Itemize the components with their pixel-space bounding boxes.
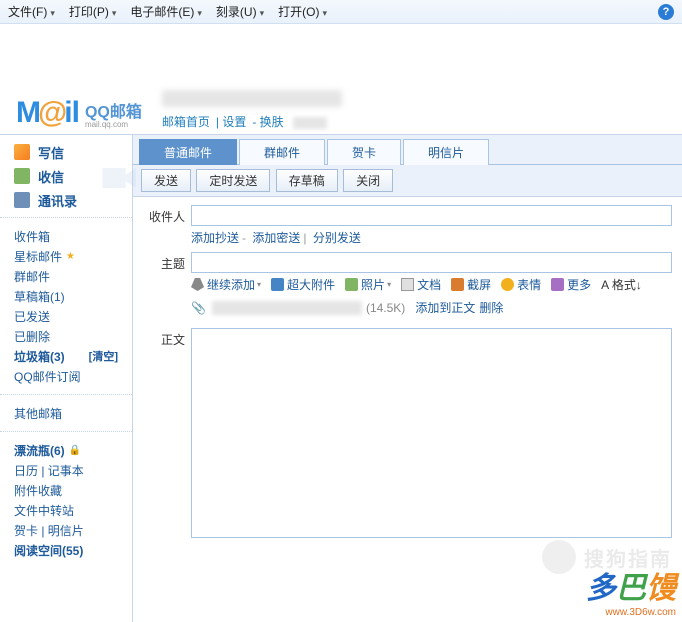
body-editor[interactable] xyxy=(191,328,672,538)
insert-doc[interactable]: 文档 xyxy=(401,276,441,293)
attachment-size: (14.5K) xyxy=(366,301,405,315)
account-email-redacted xyxy=(162,90,342,107)
save-draft-button[interactable]: 存草稿 xyxy=(276,169,338,192)
doc-icon xyxy=(401,278,414,291)
emoji-icon xyxy=(501,278,514,291)
tab-group-mail[interactable]: 群邮件 xyxy=(239,139,325,165)
camera-watermark-icon xyxy=(98,158,140,198)
compose-tabs: 普通邮件 群邮件 贺卡 明信片 xyxy=(133,135,682,165)
to-input[interactable] xyxy=(191,205,672,226)
attachment-name-redacted xyxy=(212,301,362,315)
link-mail-home[interactable]: 邮箱首页 xyxy=(162,115,210,129)
menu-burn[interactable]: 刻录(U)▾ xyxy=(216,3,264,20)
compose-icon xyxy=(14,144,30,160)
body-label: 正文 xyxy=(143,328,185,348)
upload-icon xyxy=(271,278,284,291)
header-links: 邮箱首页| 设置- 换肤 xyxy=(162,113,342,130)
more-tools[interactable]: 更多 xyxy=(551,276,591,293)
to-label: 收件人 xyxy=(143,205,185,225)
lock-icon: 🔒 xyxy=(69,445,81,456)
header-extra-redacted xyxy=(293,117,327,129)
file-transfer[interactable]: 文件中转站 xyxy=(14,500,118,520)
attachment-add-to-body[interactable]: 添加到正文 xyxy=(415,299,475,316)
tab-normal-mail[interactable]: 普通邮件 xyxy=(139,139,237,165)
menu-email[interactable]: 电子邮件(E)▾ xyxy=(130,3,202,20)
tab-postcard[interactable]: 明信片 xyxy=(403,139,489,165)
contacts-icon xyxy=(14,192,30,208)
attachment-delete[interactable]: 删除 xyxy=(479,299,503,316)
tab-card[interactable]: 贺卡 xyxy=(327,139,401,165)
screenshot[interactable]: 截屏 xyxy=(451,276,491,293)
logo-mark: M@il xyxy=(16,96,79,130)
other-list: 漂流瓶(6)🔒 日历 | 记事本 附件收藏 文件中转站 贺卡 | 明信片 阅读空… xyxy=(0,438,132,562)
menu-print[interactable]: 打印(P)▾ xyxy=(69,3,117,20)
add-cc-link[interactable]: 添加抄送 xyxy=(191,231,239,245)
sogou-logo-icon xyxy=(542,540,576,574)
close-button[interactable]: 关闭 xyxy=(343,169,393,192)
inbox-icon xyxy=(14,168,30,184)
folder-inbox[interactable]: 收件箱 xyxy=(14,226,118,246)
app-menu-bar: 文件(F)▾ 打印(P)▾ 电子邮件(E)▾ 刻录(U)▾ 打开(O)▾ ? xyxy=(0,0,682,24)
folder-deleted[interactable]: 已删除 xyxy=(14,326,118,346)
folder-sent[interactable]: 已发送 xyxy=(14,306,118,326)
clip-icon xyxy=(191,278,204,291)
subject-input[interactable] xyxy=(191,252,672,273)
action-bar: 发送 定时发送 存草稿 关闭 xyxy=(133,165,682,197)
photo-icon xyxy=(345,278,358,291)
logo-product: QQ邮箱 xyxy=(85,98,142,122)
subject-label: 主题 xyxy=(143,252,185,272)
compose-form: 收件人 添加抄送- 添加密送| 分别发送 主题 继续添加▾ 超大附件 xyxy=(133,197,682,552)
attachment-row: 📎 (14.5K) 添加到正文 删除 xyxy=(191,296,672,322)
link-settings[interactable]: 设置 xyxy=(222,115,246,129)
separate-send-link[interactable]: 分别发送 xyxy=(313,231,361,245)
mail-header: M@il QQ邮箱 mail.qq.com 邮箱首页| 设置- 换肤 xyxy=(0,76,682,134)
cards-postcards[interactable]: 贺卡 | 明信片 xyxy=(14,520,118,540)
folder-drafts[interactable]: 草稿箱(1) xyxy=(14,286,118,306)
folder-list: 收件箱 星标邮件 群邮件 草稿箱(1) 已发送 已删除 垃圾箱(3)[清空] Q… xyxy=(0,224,132,388)
logo-domain: mail.qq.com xyxy=(85,120,142,129)
account-area: 邮箱首页| 设置- 换肤 xyxy=(162,90,342,130)
editor-toolbar: 继续添加▾ 超大附件 照片▾ 文档 截屏 表情 更多 A 格式↓ xyxy=(191,273,672,296)
attach-continue[interactable]: 继续添加▾ xyxy=(191,276,261,293)
folder-spam[interactable]: 垃圾箱(3)[清空] xyxy=(14,346,118,366)
menu-open[interactable]: 打开(O)▾ xyxy=(278,3,327,20)
send-button[interactable]: 发送 xyxy=(141,169,191,192)
link-skin[interactable]: 换肤 xyxy=(260,115,284,129)
folder-group[interactable]: 群邮件 xyxy=(14,266,118,286)
format-toggle[interactable]: A 格式↓ xyxy=(601,276,642,293)
cc-links: 添加抄送- 添加密送| 分别发送 xyxy=(191,229,672,246)
menu-file[interactable]: 文件(F)▾ xyxy=(8,3,55,20)
help-icon[interactable]: ? xyxy=(658,4,674,20)
emoji[interactable]: 表情 xyxy=(501,276,541,293)
schedule-send-button[interactable]: 定时发送 xyxy=(196,169,270,192)
attachment-clip-icon: 📎 xyxy=(191,301,206,315)
reading-space[interactable]: 阅读空间(55) xyxy=(14,540,118,560)
folder-subscription[interactable]: QQ邮件订阅 xyxy=(14,366,118,386)
sidebar: 写信 收信 通讯录 收件箱 星标邮件 群邮件 草稿箱(1) 已发送 已删除 垃圾… xyxy=(0,135,133,622)
attachments-fav[interactable]: 附件收藏 xyxy=(14,480,118,500)
screenshot-icon xyxy=(451,278,464,291)
drift-bottle[interactable]: 漂流瓶(6)🔒 xyxy=(14,440,118,460)
more-icon xyxy=(551,278,564,291)
logo: M@il QQ邮箱 mail.qq.com xyxy=(16,96,142,130)
empty-spam-link[interactable]: [清空] xyxy=(89,348,118,364)
insert-photo[interactable]: 照片▾ xyxy=(345,276,391,293)
add-bcc-link[interactable]: 添加密送 xyxy=(252,231,300,245)
big-attachment[interactable]: 超大附件 xyxy=(271,276,335,293)
watermark-brand: 多巴馒 www.3D6w.com xyxy=(586,563,676,618)
calendar-notes[interactable]: 日历 | 记事本 xyxy=(14,460,118,480)
other-mail-header[interactable]: 其他邮箱 xyxy=(14,403,118,423)
folder-starred[interactable]: 星标邮件 xyxy=(14,246,118,266)
